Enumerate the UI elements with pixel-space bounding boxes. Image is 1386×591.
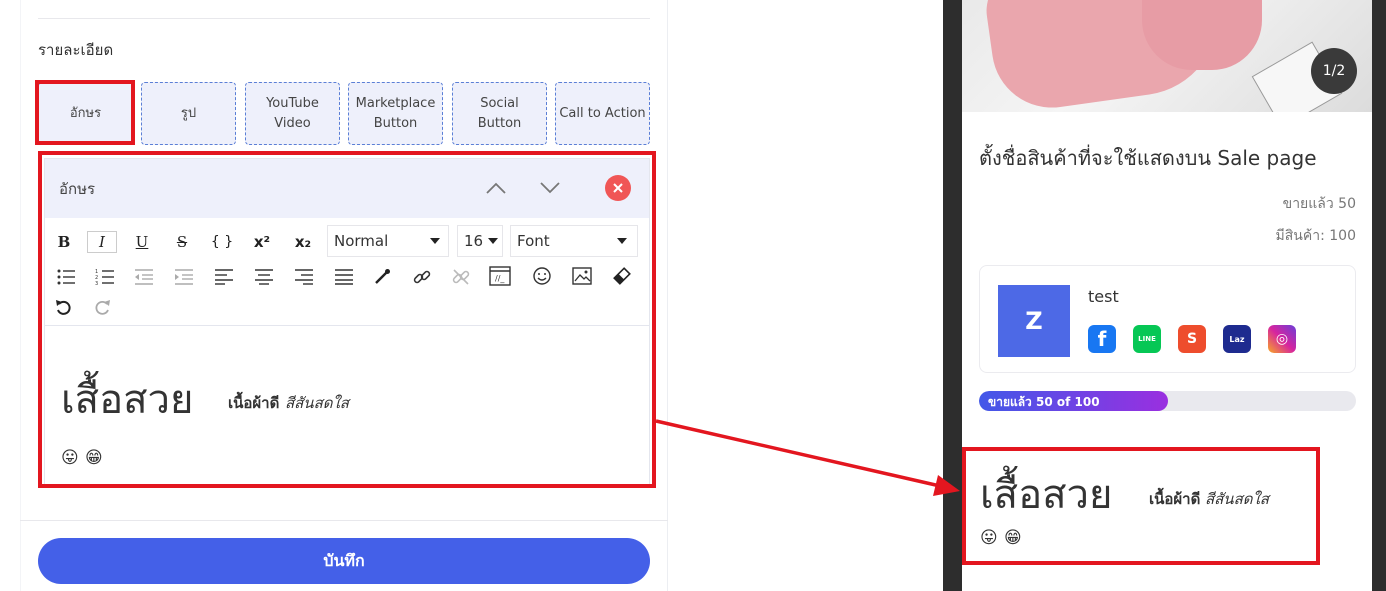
screen-root: รายละเอียด อักษร รูป YouTube Video Marke…: [0, 0, 1386, 591]
annotation-arrow: [655, 419, 960, 496]
